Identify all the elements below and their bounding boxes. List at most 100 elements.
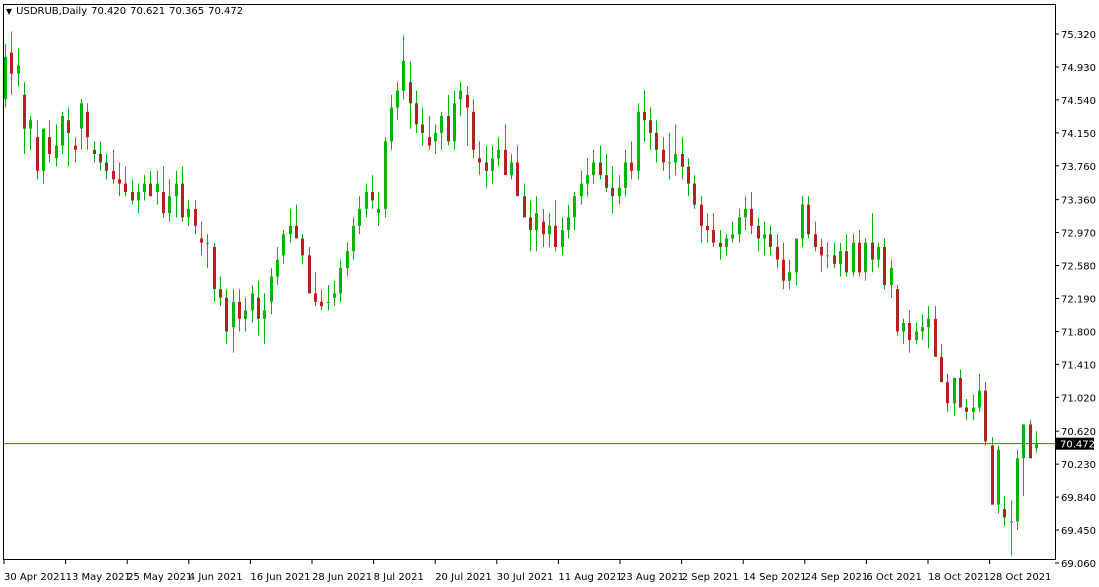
bear-candle (681, 153, 684, 167)
bear-candle (693, 183, 696, 205)
x-axis-tick-label: 30 Jul 2021 (497, 572, 554, 583)
bear-candle (93, 149, 96, 154)
bear-candle (649, 120, 652, 133)
bull-candle (1022, 424, 1025, 459)
bear-candle (472, 111, 475, 150)
y-axis-tick-label: 71.020 (1061, 393, 1096, 404)
bull-candle (402, 61, 405, 91)
bear-candle (257, 297, 260, 319)
bull-candle (795, 238, 798, 273)
bull-candle (175, 183, 178, 197)
candlestick-chart[interactable]: 75.320 74.930 74.540 74.150 73.760 73.360 72.9… (0, 0, 1099, 587)
bull-candle (168, 196, 171, 214)
bull-candle (915, 331, 918, 340)
bull-candle (535, 213, 538, 231)
bear-candle (516, 162, 519, 197)
bull-candle (232, 301, 235, 328)
bull-candle (358, 208, 361, 226)
bull-candle (497, 149, 500, 159)
bull-candle (624, 162, 627, 188)
bull-candle (187, 208, 190, 218)
bear-candle (523, 196, 526, 218)
bear-candle (219, 289, 222, 298)
bull-candle (491, 158, 494, 171)
bear-candle (301, 238, 304, 256)
bull-candle (156, 183, 159, 193)
bear-candle (599, 162, 602, 176)
x-axis-tick-label: 6 Oct 2021 (866, 572, 921, 583)
bear-candle (225, 297, 228, 332)
bear-candle (655, 132, 658, 150)
bear-candle (131, 192, 134, 201)
bull-candle (440, 115, 443, 133)
bull-candle (61, 115, 64, 146)
bear-candle (105, 162, 108, 171)
bear-candle (99, 153, 102, 163)
x-axis-tick-label: 13 May 2021 (66, 572, 131, 583)
bear-candle (124, 183, 127, 193)
bear-candle (320, 301, 323, 307)
bull-candle (282, 234, 285, 256)
y-axis-tick-label: 73.760 (1061, 162, 1096, 173)
y-axis-tick-label: 70.620 (1061, 427, 1096, 438)
bull-candle (637, 111, 640, 171)
x-axis-tick-label: 25 May 2021 (127, 572, 192, 583)
bull-candle (42, 128, 45, 171)
x-axis-tick-label: 30 Apr 2021 (4, 572, 66, 583)
bear-candle (529, 217, 532, 231)
bear-candle (757, 225, 760, 239)
bear-candle (86, 111, 89, 138)
y-axis-tick-label: 72.970 (1061, 229, 1096, 240)
bull-candle (453, 103, 456, 142)
bull-candle (738, 217, 741, 235)
y-axis-tick-label: 71.410 (1061, 360, 1096, 371)
x-axis-tick-label: 16 Jun 2021 (250, 572, 310, 583)
y-axis-tick-label: 74.540 (1061, 96, 1096, 107)
bear-candle (908, 323, 911, 340)
bull-candle (384, 141, 387, 209)
x-axis-tick-label: 4 Jun 2021 (189, 572, 243, 583)
x-axis-tick-label: 28 Oct 2021 (990, 572, 1052, 583)
bull-candle (137, 192, 140, 201)
bear-candle (782, 259, 785, 281)
bull-candle (263, 310, 266, 319)
bull-candle (346, 251, 349, 269)
x-axis-tick-label: 11 Aug 2021 (558, 572, 622, 583)
bear-candle (820, 246, 823, 256)
bear-candle (23, 94, 26, 129)
bull-candle (852, 242, 855, 273)
bull-candle (763, 234, 766, 239)
y-axis-tick-label: 75.320 (1061, 30, 1096, 41)
bull-candle (972, 407, 975, 412)
bull-candle (434, 132, 437, 142)
bull-candle (921, 327, 924, 332)
bear-candle (662, 149, 665, 163)
bear-candle (630, 162, 633, 171)
chart-window[interactable]: 75.320 74.930 74.540 74.150 73.760 73.360 72.9… (0, 0, 1099, 587)
bear-candle (706, 225, 709, 231)
y-axis-tick-label: 69.060 (1061, 559, 1096, 570)
bull-candle (674, 153, 677, 163)
y-axis-tick-label: 73.360 (1061, 196, 1096, 207)
chart-header: ▼ USDRUB,Daily 70.420 70.621 70.365 70.472 (6, 6, 247, 17)
bear-candle (200, 238, 203, 243)
y-axis-tick-label: 70.230 (1061, 460, 1096, 471)
bull-candle (143, 183, 146, 193)
bear-candle (769, 234, 772, 247)
bull-candle (890, 268, 893, 285)
bull-candle (459, 90, 462, 100)
bull-candle (289, 225, 292, 235)
bear-candle (421, 124, 424, 133)
symbol-label: USDRUB,Daily (16, 6, 88, 17)
x-axis-tick-label: 18 Oct 2021 (928, 572, 990, 583)
y-axis-tick-label: 74.150 (1061, 129, 1096, 140)
bear-candle (48, 137, 51, 154)
bear-candle (712, 230, 715, 243)
bear-candle (478, 158, 481, 163)
bull-candle (731, 234, 734, 239)
bear-candle (149, 183, 152, 197)
triangle-down-icon[interactable]: ▼ (6, 7, 12, 16)
bull-candle (396, 90, 399, 108)
bear-candle (611, 187, 614, 197)
bear-candle (67, 120, 70, 133)
